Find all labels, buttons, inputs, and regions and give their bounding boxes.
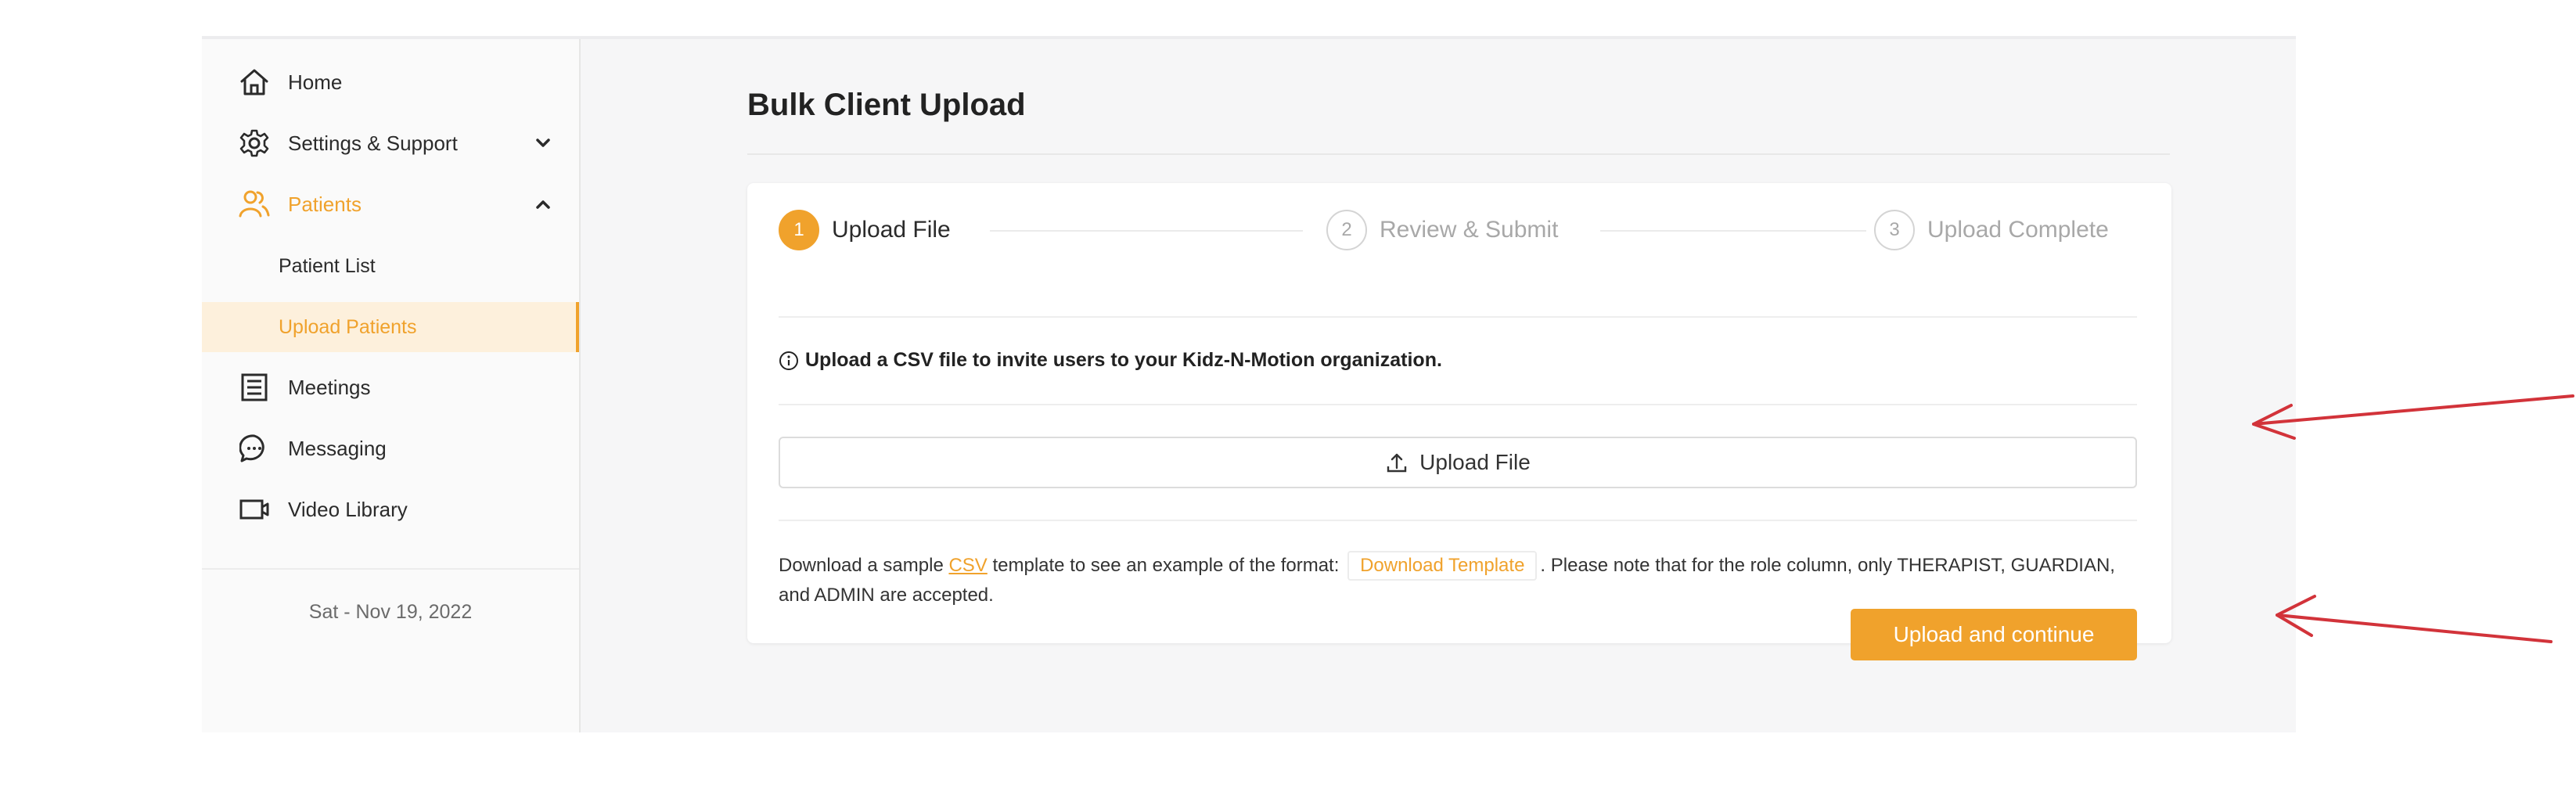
chevron-up-icon[interactable] [534,195,552,214]
sidebar-subitem-label: Patient List [279,254,376,277]
sidebar-item-patients[interactable]: Patients [202,174,579,235]
step-review-submit: 2 Review & Submit [1326,208,1558,252]
title-divider [747,153,2170,155]
info-icon [779,351,798,370]
step-upload-complete: 3 Upload Complete [1874,208,2109,252]
home-icon [238,66,271,99]
sidebar-item-messaging[interactable]: Messaging [202,418,579,479]
step-label: Upload File [832,217,951,243]
sidebar-item-label: Settings & Support [288,131,458,155]
sidebar-item-label: Patients [288,192,362,216]
sample-middle: template to see an example of the format… [987,555,1345,576]
annotation-arrow-upload [2252,394,2574,440]
sidebar-item-meetings[interactable]: Meetings [202,357,579,418]
sidebar: Home Settings & Support Patients Patient… [202,39,581,732]
upload-card: 1 Upload File 2 Review & Submit 3 Upload… [747,183,2171,660]
step-label: Upload Complete [1927,217,2109,243]
upload-file-label: Upload File [1419,450,1531,474]
chevron-down-icon[interactable] [534,134,552,153]
upload-icon [1387,453,1407,473]
card-divider [779,520,2137,521]
step-connector [990,230,1303,232]
info-text: Upload a CSV file to invite users to you… [805,349,1442,371]
sidebar-item-label: Meetings [288,375,371,399]
sidebar-item-home[interactable]: Home [202,52,579,113]
info-message: Upload a CSV file to invite users to you… [779,349,1442,372]
upload-file-button[interactable]: Upload File [779,437,2137,488]
step-upload-file: 1 Upload File [779,208,951,252]
meetings-icon [238,371,271,404]
sample-instructions: Download a sample CSV template to see an… [779,551,2124,610]
upload-and-continue-button[interactable]: Upload and continue [1851,609,2137,660]
chat-bubble-icon [238,432,271,465]
step-number: 3 [1874,210,1915,250]
sidebar-item-video-library[interactable]: Video Library [202,479,579,540]
sidebar-date: Sat - Nov 19, 2022 [308,601,473,623]
step-number: 1 [779,210,819,250]
sidebar-item-settings-support[interactable]: Settings & Support [202,113,579,174]
video-icon [238,493,271,526]
sidebar-item-label: Video Library [288,497,408,521]
sidebar-divider [202,568,579,570]
annotation-arrow-continue [2276,595,2553,643]
card-divider [779,316,2137,318]
sidebar-subitem-upload-patients[interactable]: Upload Patients [202,302,579,352]
download-template-button[interactable]: Download Template [1347,551,1538,581]
app-window: Home Settings & Support Patients Patient… [202,36,2296,732]
page-title: Bulk Client Upload [747,88,1026,122]
csv-link[interactable]: CSV [948,555,987,576]
sidebar-item-label: Home [288,70,343,94]
sidebar-subitem-patient-list[interactable]: Patient List [202,241,579,291]
sidebar-item-label: Messaging [288,436,387,460]
users-icon [238,188,271,221]
card-divider [779,404,2137,405]
step-number: 2 [1326,210,1367,250]
stepper: 1 Upload File 2 Review & Submit 3 Upload… [779,208,2137,252]
gear-icon [238,127,271,160]
sidebar-subitem-label: Upload Patients [279,315,417,338]
step-connector [1600,230,1866,232]
step-label: Review & Submit [1380,217,1559,243]
sample-prefix: Download a sample [779,555,949,576]
